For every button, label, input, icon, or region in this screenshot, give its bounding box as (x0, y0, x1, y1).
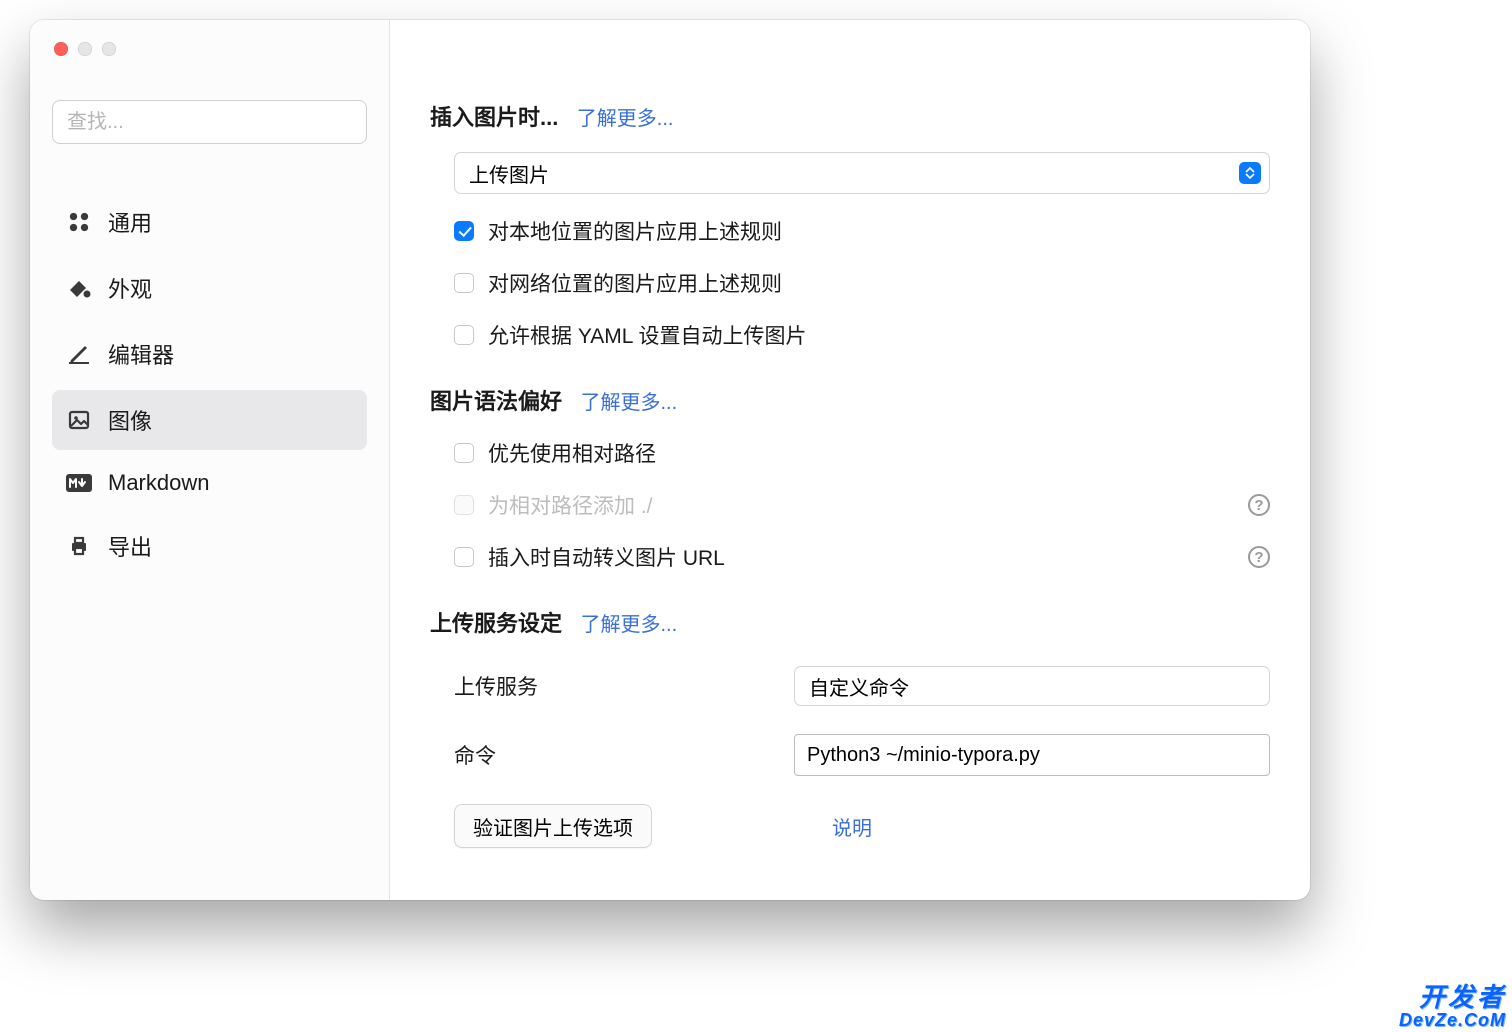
upload-service-dropdown[interactable]: 自定义命令 (794, 666, 1270, 706)
checkbox-row-local[interactable]: 对本地位置的图片应用上述规则 (454, 216, 1270, 246)
grid-icon (66, 209, 92, 235)
checkbox-label: 对本地位置的图片应用上述规则 (488, 216, 782, 246)
checkbox[interactable] (454, 221, 474, 241)
dropdown-value: 自定义命令 (809, 672, 909, 701)
description-link[interactable]: 说明 (832, 812, 872, 841)
section-title: 插入图片时... (430, 100, 558, 132)
watermark-line2: DevZe.CoM (1399, 1011, 1506, 1030)
chevron-up-down-icon (1235, 675, 1261, 698)
sidebar-item-markdown[interactable]: Markdown (52, 456, 367, 510)
sidebar-item-label: 导出 (108, 530, 152, 562)
section-upload-service: 上传服务设定 了解更多... 上传服务 自定义命令 命令 验证图片上传选 (430, 606, 1270, 848)
sidebar-item-appearance[interactable]: 外观 (52, 258, 367, 318)
help-icon[interactable]: ? (1248, 546, 1270, 568)
section-syntax-preference: 图片语法偏好 了解更多... 优先使用相对路径 为相对路径添加 ./ ? 插入时… (430, 384, 1270, 572)
sidebar-item-label: 编辑器 (108, 338, 174, 370)
section-title: 图片语法偏好 (430, 384, 562, 416)
preferences-window: 通用 外观 编辑器 图像 (30, 20, 1310, 900)
learn-more-link[interactable]: 了解更多... (580, 392, 677, 414)
checkbox-row-escape-url[interactable]: 插入时自动转义图片 URL ? (454, 542, 1270, 572)
checkbox[interactable] (454, 547, 474, 567)
checkbox-row-network[interactable]: 对网络位置的图片应用上述规则 (454, 268, 1270, 298)
help-icon[interactable]: ? (1248, 494, 1270, 516)
sidebar-item-label: Markdown (108, 470, 209, 496)
learn-more-link[interactable]: 了解更多... (580, 614, 677, 636)
form-label-command: 命令 (454, 740, 794, 770)
command-input[interactable] (794, 734, 1270, 776)
minimize-window-button[interactable] (78, 42, 92, 56)
paint-bucket-icon (66, 275, 92, 301)
printer-icon (66, 533, 92, 559)
sidebar-item-label: 通用 (108, 206, 152, 238)
checkbox-label: 优先使用相对路径 (488, 438, 656, 468)
chevron-up-down-icon (1239, 162, 1261, 184)
sidebar-item-label: 图像 (108, 404, 152, 436)
section-insert-image: 插入图片时... 了解更多... 上传图片 对本地位置的图片应用上述规则 对网络… (430, 100, 1270, 350)
checkbox-row-prefix-dotslash: 为相对路径添加 ./ ? (454, 490, 1270, 520)
watermark: 开发者 DevZe.CoM (1399, 984, 1506, 1030)
checkbox[interactable] (454, 325, 474, 345)
pencil-icon (66, 341, 92, 367)
button-label: 验证图片上传选项 (473, 812, 633, 841)
content-panel: 插入图片时... 了解更多... 上传图片 对本地位置的图片应用上述规则 对网络… (390, 20, 1310, 900)
sidebar-item-label: 外观 (108, 272, 152, 304)
validate-upload-button[interactable]: 验证图片上传选项 (454, 804, 652, 848)
window-controls (54, 42, 116, 56)
dropdown-value: 上传图片 (469, 159, 549, 188)
checkbox-label: 为相对路径添加 ./ (488, 490, 653, 520)
checkbox[interactable] (454, 443, 474, 463)
checkbox-label: 允许根据 YAML 设置自动上传图片 (488, 320, 807, 350)
search-input[interactable] (52, 100, 367, 144)
insert-action-dropdown[interactable]: 上传图片 (454, 152, 1270, 194)
watermark-line1: 开发者 (1399, 984, 1506, 1011)
sidebar-item-export[interactable]: 导出 (52, 516, 367, 576)
sidebar-item-image[interactable]: 图像 (52, 390, 367, 450)
sidebar: 通用 外观 编辑器 图像 (30, 20, 390, 900)
close-window-button[interactable] (54, 42, 68, 56)
section-title: 上传服务设定 (430, 606, 562, 638)
image-icon (66, 407, 92, 433)
checkbox-label: 对网络位置的图片应用上述规则 (488, 268, 782, 298)
sidebar-item-general[interactable]: 通用 (52, 192, 367, 252)
sidebar-nav: 通用 外观 编辑器 图像 (52, 192, 367, 576)
checkbox-label: 插入时自动转义图片 URL (488, 542, 725, 572)
learn-more-link[interactable]: 了解更多... (577, 108, 674, 130)
form-label-upload-service: 上传服务 (454, 671, 794, 701)
checkbox (454, 495, 474, 515)
sidebar-item-editor[interactable]: 编辑器 (52, 324, 367, 384)
markdown-icon (66, 470, 92, 496)
checkbox[interactable] (454, 273, 474, 293)
checkbox-row-relative-path[interactable]: 优先使用相对路径 (454, 438, 1270, 468)
maximize-window-button[interactable] (102, 42, 116, 56)
checkbox-row-yaml[interactable]: 允许根据 YAML 设置自动上传图片 (454, 320, 1270, 350)
